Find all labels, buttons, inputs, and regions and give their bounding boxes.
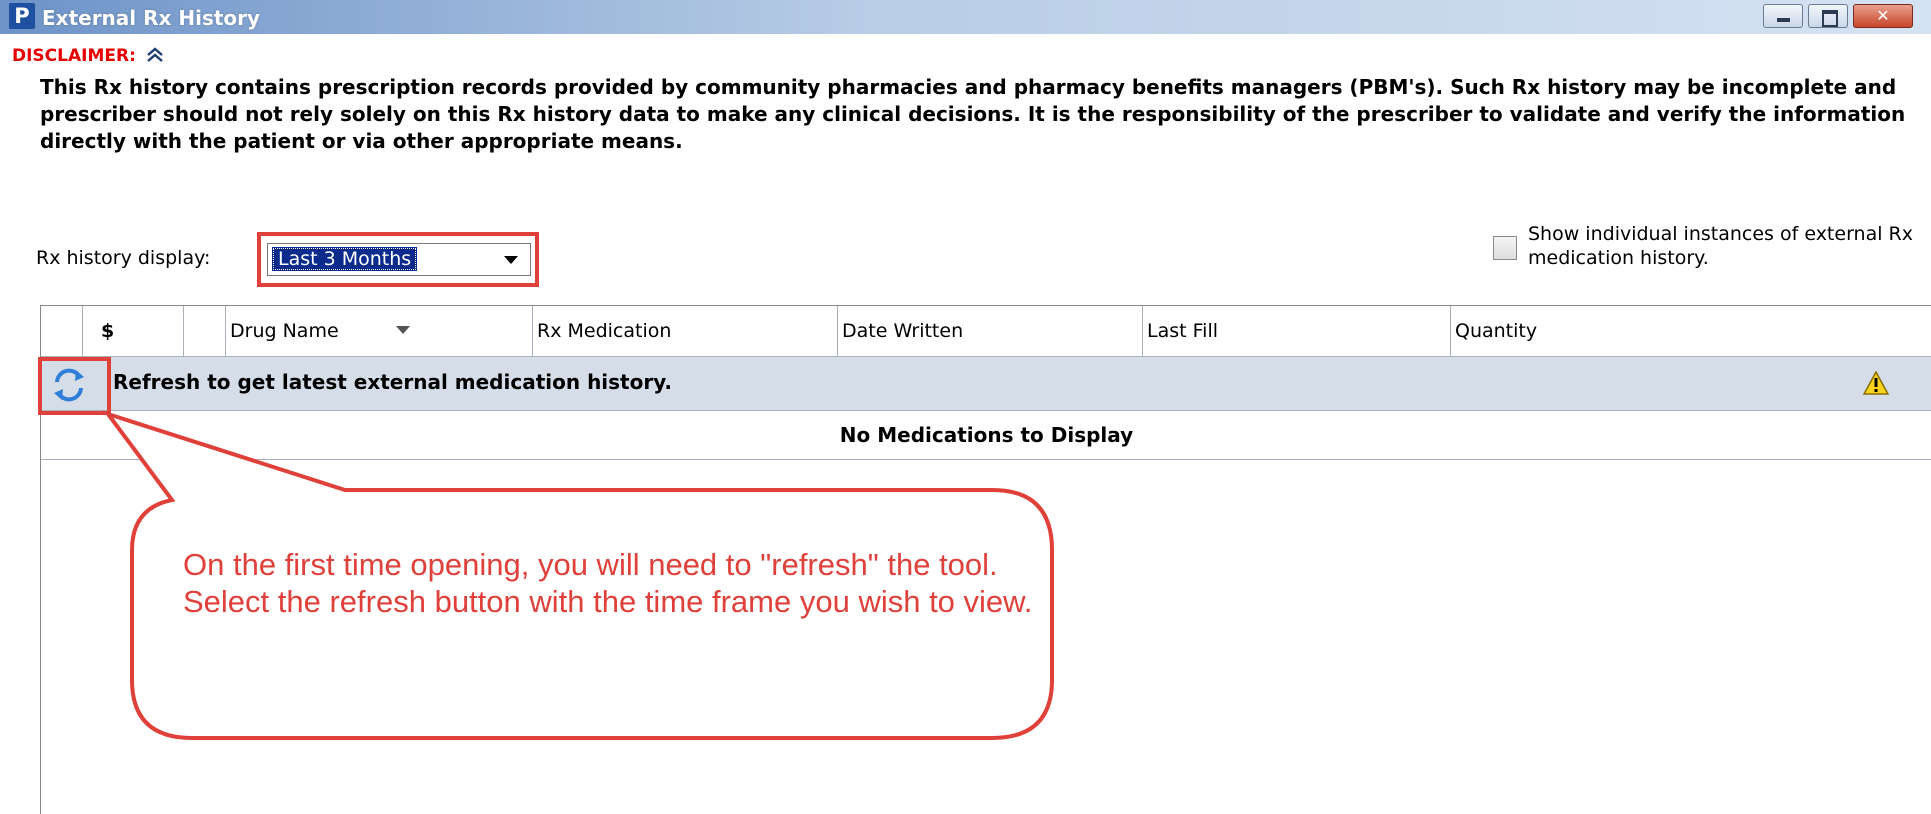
callout-text: On the first time opening, you will need…: [183, 547, 1033, 619]
callout-bubble: [102, 410, 1054, 740]
